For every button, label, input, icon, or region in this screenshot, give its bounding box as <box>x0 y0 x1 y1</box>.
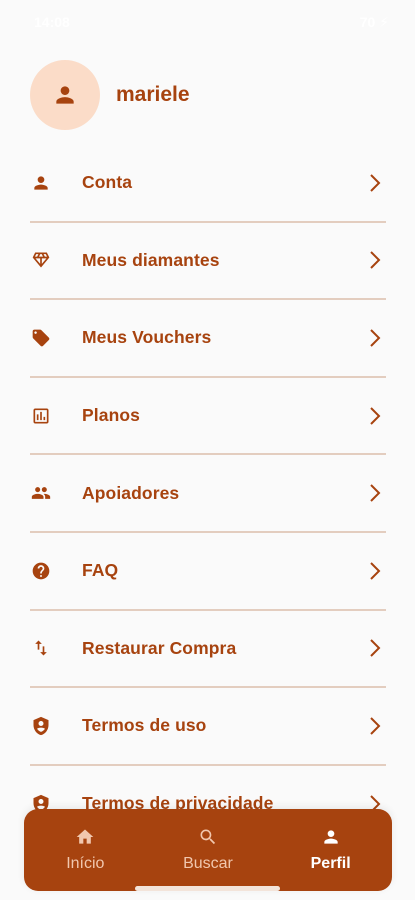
bottom-nav: Início Buscar Perfil <box>24 809 392 891</box>
diamond-icon <box>30 249 52 271</box>
profile-header: mariele <box>30 59 190 131</box>
menu-item-label: Termos de uso <box>82 715 207 736</box>
menu-item-label: Apoiadores <box>82 482 180 503</box>
menu-item-faq[interactable]: FAQ <box>30 533 386 611</box>
menu-item-label: Conta <box>82 172 133 193</box>
avatar[interactable] <box>30 60 100 130</box>
menu-item-meus-vouchers[interactable]: Meus Vouchers <box>30 300 386 378</box>
menu-item-meus-diamantes[interactable]: Meus diamantes <box>30 223 386 301</box>
status-time: 14:08 <box>34 14 70 30</box>
chart-icon <box>30 405 52 427</box>
chevron-right-icon <box>368 173 382 193</box>
person-icon <box>323 830 338 844</box>
menu-item-apoiadores[interactable]: Apoiadores <box>30 455 386 533</box>
nav-label: Buscar <box>183 855 233 872</box>
chevron-right-icon <box>368 483 382 503</box>
home-indicator <box>135 886 280 891</box>
swap-icon <box>30 637 52 659</box>
search-icon <box>200 829 216 845</box>
nav-label: Perfil <box>310 855 351 872</box>
chevron-right-icon <box>368 328 382 348</box>
menu-item-conta[interactable]: Conta <box>30 145 386 223</box>
home-icon <box>76 829 94 844</box>
menu-item-restaurar-compra[interactable]: Restaurar Compra <box>30 611 386 689</box>
chevron-right-icon <box>368 561 382 581</box>
menu-item-planos[interactable]: Planos <box>30 378 386 456</box>
chevron-right-icon <box>368 716 382 736</box>
group-icon <box>30 482 52 504</box>
person-icon <box>30 172 52 194</box>
chevron-right-icon <box>368 638 382 658</box>
nav-label: Início <box>66 855 105 872</box>
profile-menu-list: Conta Meus diamantes Meus Vouchers Plano… <box>30 145 386 844</box>
help-icon <box>30 560 52 582</box>
menu-item-label: Meus Vouchers <box>82 327 212 348</box>
username: mariele <box>116 83 190 106</box>
menu-item-label: Restaurar Compra <box>82 637 237 658</box>
nav-item-buscar[interactable]: Buscar <box>158 820 258 880</box>
chevron-right-icon <box>368 406 382 426</box>
menu-item-label: FAQ <box>82 560 119 581</box>
status-bar: 14:08 70 ⚡ <box>0 0 415 44</box>
chevron-right-icon <box>368 250 382 270</box>
status-battery: 70 ⚡ <box>359 13 389 30</box>
menu-item-termos-de-uso[interactable]: Termos de uso <box>30 688 386 766</box>
person-icon <box>56 86 74 104</box>
tag-icon <box>30 327 52 349</box>
nav-item-inicio[interactable]: Início <box>35 820 135 880</box>
menu-item-label: Meus diamantes <box>82 249 220 270</box>
nav-item-perfil[interactable]: Perfil <box>281 820 381 880</box>
profile-screen: 14:08 70 ⚡ mariele Conta Meus diamantes <box>0 0 415 900</box>
menu-item-label: Planos <box>82 405 140 426</box>
shield-icon <box>30 715 52 737</box>
